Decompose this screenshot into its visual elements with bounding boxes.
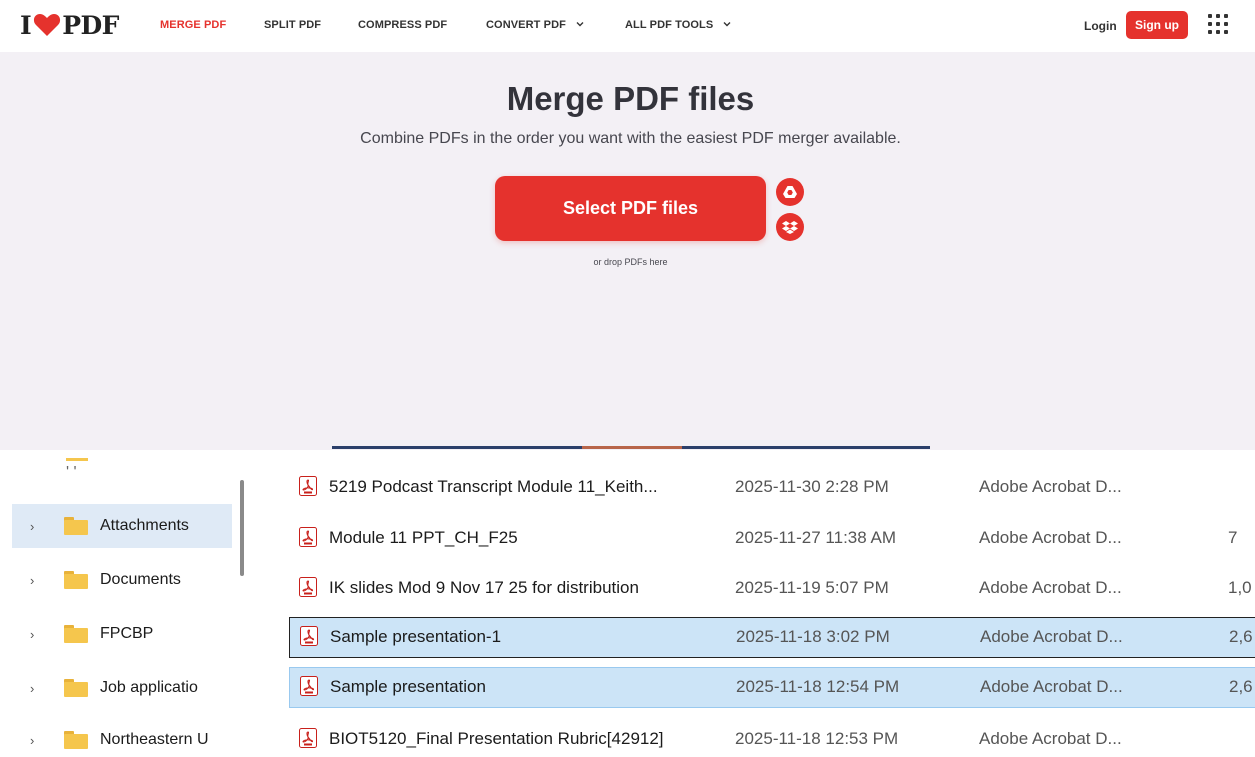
nav-pane-scrollbar[interactable] <box>240 480 244 576</box>
pdf-file-icon <box>300 626 318 646</box>
file-date: 2025-11-18 12:54 PM <box>736 677 900 696</box>
nav-merge-pdf[interactable]: MERGE PDF <box>160 19 226 31</box>
file-row[interactable]: Module 11 PPT_CH_F25 2025-11-27 11:38 AM… <box>289 519 1255 557</box>
folder-icon <box>64 679 88 697</box>
nav-item-attachments[interactable]: › Attachments <box>12 504 232 548</box>
nav-item-documents[interactable]: › Documents <box>12 558 232 602</box>
nav-item-label: FPCBP <box>100 625 154 642</box>
logo-text-i: I <box>20 10 32 40</box>
nav-item-northeastern[interactable]: › Northeastern U <box>12 718 232 757</box>
folder-icon <box>64 731 88 749</box>
file-size: 7 <box>1228 528 1238 547</box>
file-type: Adobe Acrobat D... <box>979 578 1122 597</box>
file-date: 2025-11-30 2:28 PM <box>735 477 889 496</box>
navigation-pane: ' ' › Attachments › Documents › FPCBP › … <box>0 452 232 757</box>
file-type: Adobe Acrobat D... <box>979 477 1122 496</box>
chevron-right-icon[interactable]: › <box>30 519 42 534</box>
top-navbar: I PDF MERGE PDF SPLIT PDF COMPRESS PDF C… <box>0 0 1255 52</box>
chevron-right-icon[interactable]: › <box>30 573 42 588</box>
file-row-selected[interactable]: Sample presentation-1 2025-11-18 3:02 PM… <box>289 617 1255 658</box>
drop-hint: or drop PDFs here <box>593 257 668 267</box>
dropbox-icon <box>782 221 798 234</box>
file-date: 2025-11-19 5:07 PM <box>735 578 889 597</box>
pdf-file-icon <box>299 527 317 547</box>
logo-text-pdf: PDF <box>62 10 119 40</box>
file-name: Sample presentation-1 <box>330 627 502 646</box>
file-size: 1,0 <box>1228 578 1252 597</box>
file-type: Adobe Acrobat D... <box>980 627 1123 646</box>
nav-item-label: Attachments <box>100 517 189 534</box>
file-name: IK slides Mod 9 Nov 17 25 for distributi… <box>329 578 639 597</box>
chevron-down-icon <box>576 22 584 27</box>
pdf-file-icon <box>299 728 317 748</box>
pdf-file-icon <box>299 577 317 597</box>
pdf-file-icon <box>300 676 318 696</box>
page-title: Merge PDF files <box>506 80 755 117</box>
nav-item-label: Documents <box>100 571 181 588</box>
nav-convert-pdf[interactable]: CONVERT PDF <box>486 19 585 31</box>
ilovepdf-logo[interactable]: I PDF <box>20 10 119 40</box>
chevron-down-icon <box>723 22 731 27</box>
ilovepdf-page: I PDF MERGE PDF SPLIT PDF COMPRESS PDF C… <box>0 0 1255 450</box>
file-type: Adobe Acrobat D... <box>979 729 1122 748</box>
file-row[interactable]: BIOT5120_Final Presentation Rubric[42912… <box>289 720 1255 757</box>
chevron-right-icon[interactable]: › <box>30 733 42 748</box>
file-name: BIOT5120_Final Presentation Rubric[42912… <box>329 729 664 748</box>
page-subtitle: Combine PDFs in the order you want with … <box>360 130 901 147</box>
login-link[interactable]: Login <box>1084 19 1117 33</box>
file-explorer: ' ' › Attachments › Documents › FPCBP › … <box>0 452 1255 757</box>
nav-item-label: Job applicatio <box>100 679 198 696</box>
apps-grid-icon[interactable] <box>1208 14 1228 34</box>
file-row[interactable]: 5219 Podcast Transcript Module 11_Keith.… <box>289 468 1255 506</box>
file-name: Sample presentation <box>330 677 486 696</box>
nav-all-pdf-tools-label: ALL PDF TOOLS <box>625 19 714 31</box>
file-row[interactable]: IK slides Mod 9 Nov 17 25 for distributi… <box>289 569 1255 607</box>
folder-icon <box>64 517 88 535</box>
select-pdf-files-button[interactable]: Select PDF files <box>495 176 766 241</box>
nav-item-job-applications[interactable]: › Job applicatio <box>12 666 232 710</box>
file-type: Adobe Acrobat D... <box>980 677 1123 696</box>
nav-item-label: Northeastern U <box>100 731 209 748</box>
file-row-selected[interactable]: Sample presentation 2025-11-18 12:54 PM … <box>289 667 1255 708</box>
chevron-right-icon[interactable]: › <box>30 681 42 696</box>
nav-item-partial-label: ' ' <box>66 464 77 481</box>
file-name: Module 11 PPT_CH_F25 <box>329 528 518 547</box>
file-date: 2025-11-18 3:02 PM <box>736 627 890 646</box>
heart-icon <box>34 14 61 36</box>
chevron-right-icon[interactable]: › <box>30 627 42 642</box>
nav-convert-pdf-label: CONVERT PDF <box>486 19 566 31</box>
nav-item-fpcbp[interactable]: › FPCBP <box>12 612 232 656</box>
google-drive-button[interactable] <box>776 178 804 206</box>
file-size: 2,6 <box>1229 677 1253 696</box>
google-drive-icon <box>783 186 797 198</box>
file-type: Adobe Acrobat D... <box>979 528 1122 547</box>
file-name: 5219 Podcast Transcript Module 11_Keith.… <box>329 477 658 496</box>
nav-split-pdf[interactable]: SPLIT PDF <box>264 19 321 31</box>
dropbox-button[interactable] <box>776 213 804 241</box>
divider <box>582 446 682 449</box>
folder-icon <box>64 571 88 589</box>
nav-all-pdf-tools[interactable]: ALL PDF TOOLS <box>625 19 732 31</box>
pdf-file-icon <box>299 476 317 496</box>
folder-icon <box>66 458 88 461</box>
folder-icon <box>64 625 88 643</box>
signup-button[interactable]: Sign up <box>1126 11 1188 39</box>
file-date: 2025-11-18 12:53 PM <box>735 729 899 748</box>
file-size: 2,6 <box>1229 627 1253 646</box>
file-date: 2025-11-27 11:38 AM <box>735 528 896 547</box>
nav-compress-pdf[interactable]: COMPRESS PDF <box>358 19 447 31</box>
